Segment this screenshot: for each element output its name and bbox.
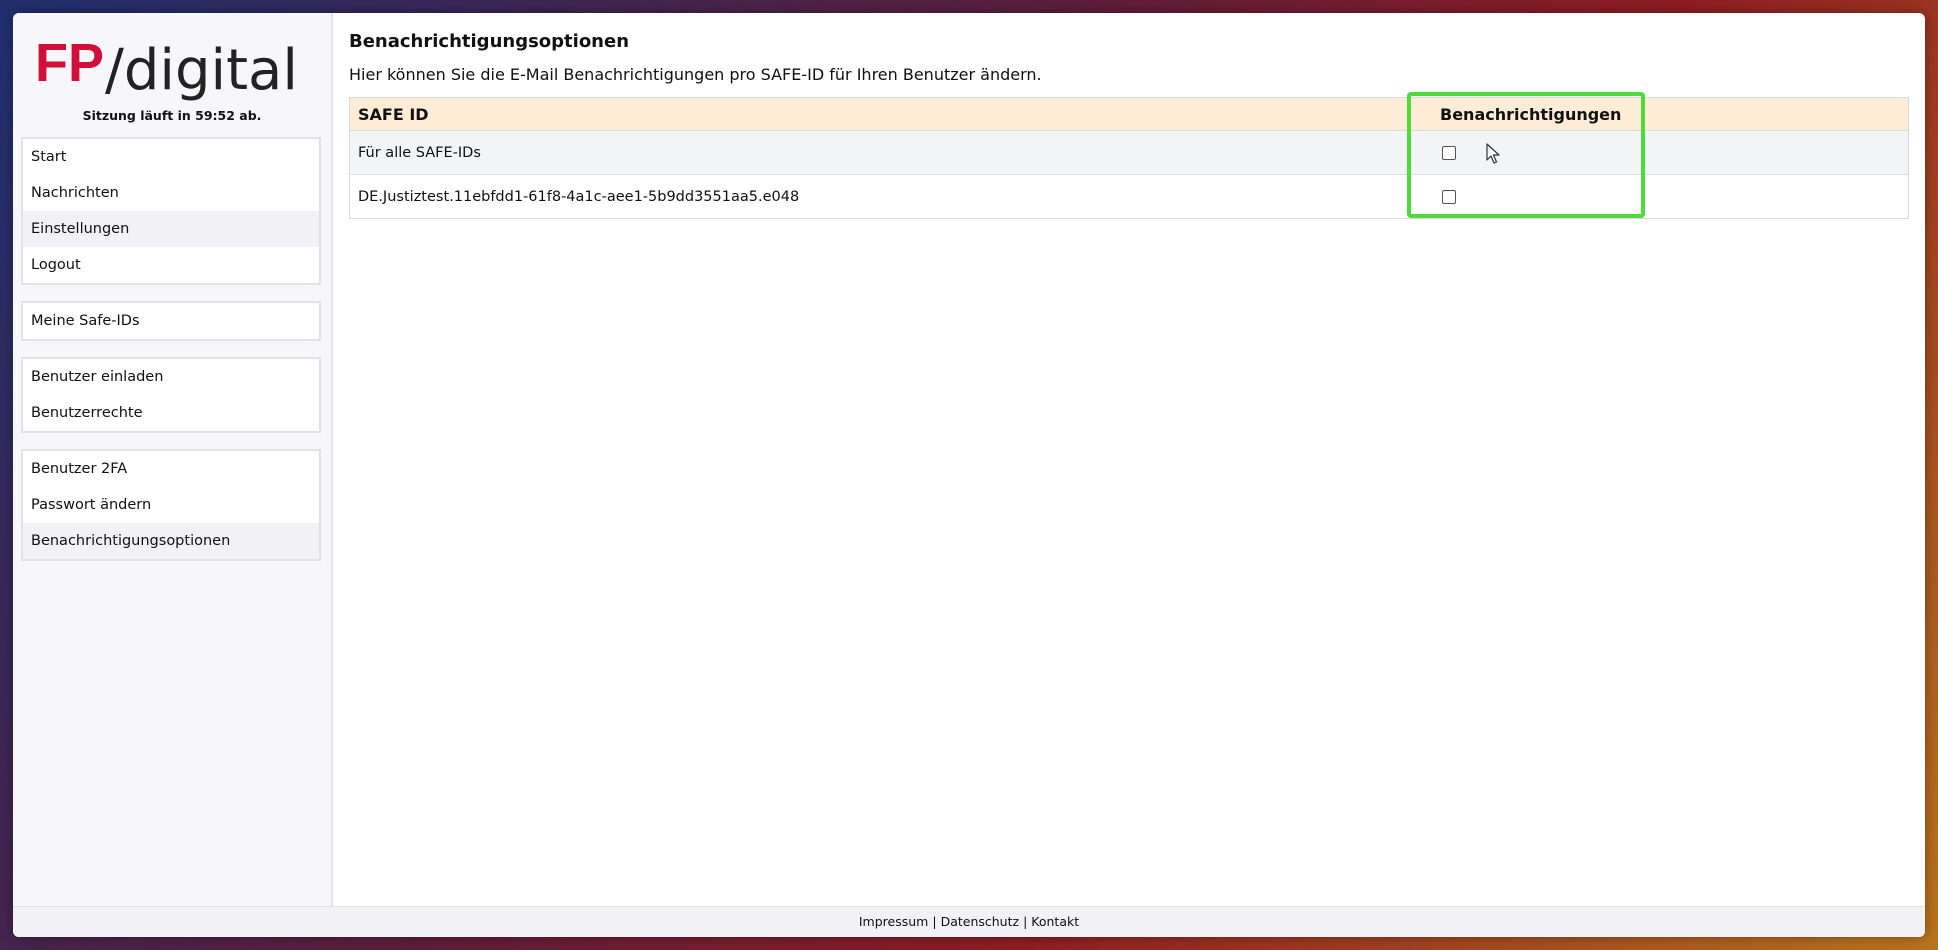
sidebar-item-nachrichten[interactable]: Nachrichten (23, 175, 319, 211)
footer-link-impressum[interactable]: Impressum (859, 914, 928, 929)
sidebar-item-passwort-aendern[interactable]: Passwort ändern (23, 487, 319, 523)
sidebar-item-meine-safe-ids[interactable]: Meine Safe-IDs (23, 303, 319, 339)
sidebar-item-start[interactable]: Start (23, 139, 319, 175)
footer-link-kontakt[interactable]: Kontakt (1031, 914, 1079, 929)
menu-group-account: Benutzer 2FA Passwort ändern Benachricht… (21, 449, 321, 561)
sidebar-item-benutzer-2fa[interactable]: Benutzer 2FA (23, 451, 319, 487)
logo-text: /digital (105, 38, 298, 103)
sidebar-item-benutzer-einladen[interactable]: Benutzer einladen (23, 359, 319, 395)
session-timer: Sitzung läuft in 59:52 ab. (82, 108, 262, 123)
sidebar-item-logout[interactable]: Logout (23, 247, 319, 283)
footer-separator: | (1023, 914, 1028, 929)
column-header-benachrichtigungen: Benachrichtigungen (1440, 104, 1622, 124)
row-safe-id: DE.Justiztest.11ebfdd1-61f8-4a1c-aee1-5b… (358, 188, 800, 205)
table-row: DE.Justiztest.11ebfdd1-61f8-4a1c-aee1-5b… (350, 174, 1908, 218)
fp-digital-logo[interactable]: FP /digital (35, 31, 317, 111)
sidebar-item-benachrichtigungsoptionen[interactable]: Benachrichtigungsoptionen (23, 523, 319, 559)
row-notif-cell (1440, 175, 1456, 218)
sidebar-item-benutzerrechte[interactable]: Benutzerrechte (23, 395, 319, 431)
page-description: Hier können Sie die E-Mail Benachrichtig… (349, 65, 1042, 84)
table-header: SAFE ID Benachrichtigungen (350, 98, 1908, 130)
notify-all-checkbox[interactable] (1442, 145, 1456, 160)
menu-group-users: Benutzer einladen Benutzerrechte (21, 357, 321, 433)
browser-window: FP /digital Sitzung läuft in 59:52 ab. S… (13, 13, 1925, 937)
row-notif-cell (1440, 131, 1456, 174)
footer-separator: | (932, 914, 937, 929)
sidebar: FP /digital Sitzung läuft in 59:52 ab. S… (13, 13, 333, 906)
table-row: Für alle SAFE-IDs (350, 130, 1908, 174)
mouse-cursor-icon (1486, 143, 1500, 164)
row-safe-id: Für alle SAFE-IDs (358, 144, 481, 161)
menu-group-safe-ids: Meine Safe-IDs (21, 301, 321, 341)
column-header-safe-id: SAFE ID (358, 104, 429, 124)
footer: Impressum | Datenschutz | Kontakt (13, 906, 1925, 937)
main-content: Benachrichtigungsoptionen Hier können Si… (333, 13, 1925, 906)
menu-group-main: Start Nachrichten Einstellungen Logout (21, 137, 321, 285)
page-title: Benachrichtigungsoptionen (349, 31, 630, 52)
sidebar-item-einstellungen[interactable]: Einstellungen (23, 211, 319, 247)
notification-table: SAFE ID Benachrichtigungen Für alle SAFE… (349, 97, 1909, 219)
logo-mark: FP (35, 33, 104, 93)
notify-safe-id-checkbox[interactable] (1442, 189, 1456, 204)
footer-link-datenschutz[interactable]: Datenschutz (941, 914, 1020, 929)
